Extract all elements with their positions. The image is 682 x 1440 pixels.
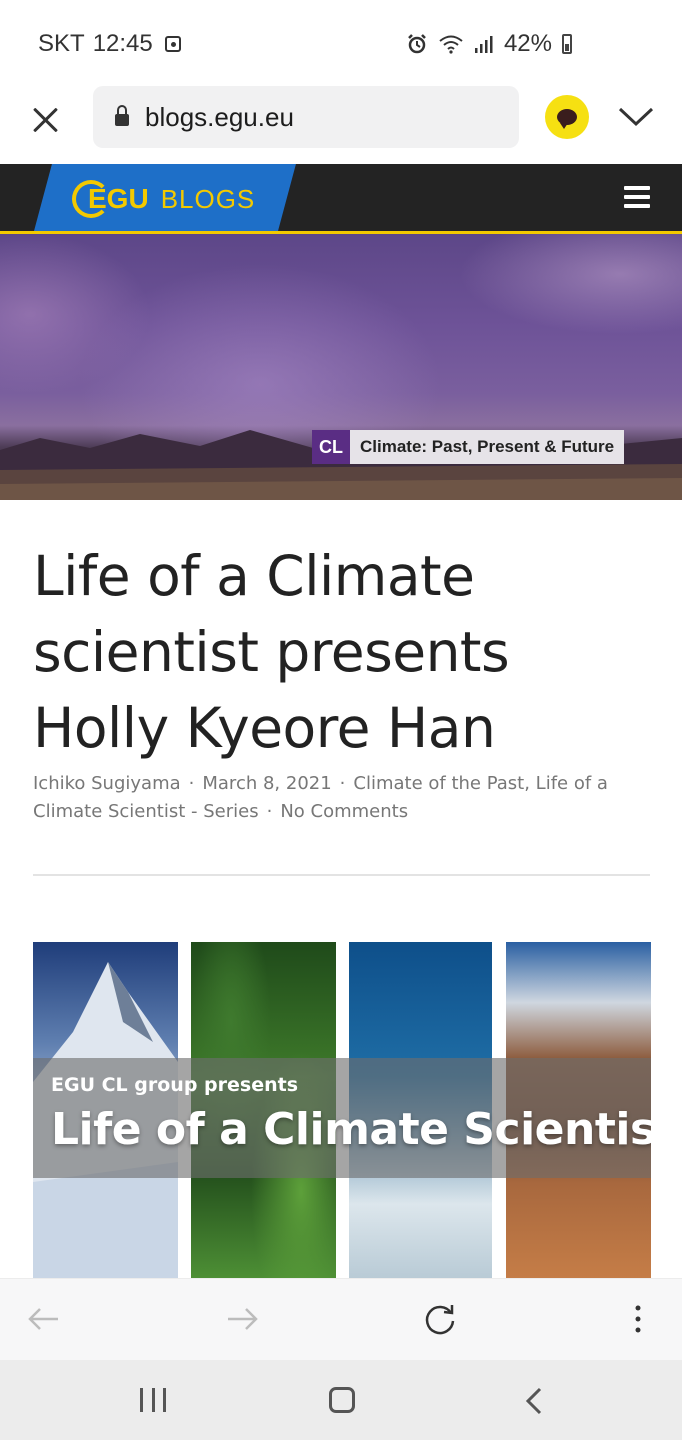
feature-subtitle: EGU CL group presents (51, 1074, 299, 1096)
logo-text: EGU (88, 183, 149, 214)
recent-apps-icon[interactable] (140, 1388, 166, 1412)
lock-icon (115, 105, 129, 126)
reload-icon[interactable] (420, 1299, 460, 1339)
author-link[interactable]: Ichiko Sugiyama (33, 773, 181, 794)
chevron-down-icon[interactable] (618, 104, 654, 130)
status-bar: SKT 12:45 42% (0, 0, 682, 86)
battery-percent: 42% (503, 30, 552, 57)
category-code: CL (312, 430, 350, 464)
status-left: SKT 12:45 (38, 30, 181, 58)
date-link[interactable]: March 8, 2021 (202, 773, 331, 794)
meta-separator: · (188, 773, 195, 794)
signal-icon (474, 36, 493, 53)
address-bar[interactable]: blogs.egu.eu (93, 86, 519, 148)
carrier-label: SKT (38, 30, 85, 57)
category-name: Climate: Past, Present & Future (350, 430, 625, 464)
alarm-icon (408, 34, 426, 54)
feature-title: Life of a Climate Scientist (51, 1104, 651, 1155)
arrow-right-icon[interactable] (222, 1299, 262, 1339)
meta-separator: · (339, 773, 346, 794)
hamburger-menu-icon[interactable] (624, 186, 650, 208)
wifi-icon (439, 35, 463, 54)
site-header: EGU BLOGS (0, 164, 682, 234)
comments-link[interactable]: No Comments (280, 801, 408, 822)
hero-image: CL Climate: Past, Present & Future (0, 234, 682, 500)
browser-top-bar: blogs.egu.eu (0, 86, 682, 164)
divider (33, 874, 650, 876)
more-vertical-icon[interactable] (618, 1299, 658, 1339)
site-logo[interactable]: EGU BLOGS (72, 174, 255, 224)
kakaotalk-icon[interactable] (545, 95, 589, 139)
status-right: 42% (406, 30, 572, 58)
egu-logo: EGU (72, 180, 149, 218)
battery-icon (562, 34, 572, 54)
back-icon[interactable] (520, 1386, 550, 1416)
article-meta: Ichiko Sugiyama · March 8, 2021 · Climate of… (33, 770, 653, 826)
category-tag[interactable]: CL Climate: Past, Present & Future (312, 430, 625, 464)
article-title: Life of a Climate scientist presents Hol… (33, 544, 510, 760)
url-text[interactable]: blogs.egu.eu (145, 102, 294, 133)
meta-separator: · (266, 801, 273, 822)
brand-text: BLOGS (160, 183, 256, 214)
screen-record-icon (164, 36, 181, 52)
clock: 12:45 (92, 30, 153, 57)
browser-toolbar (0, 1278, 682, 1360)
close-icon[interactable] (28, 102, 64, 138)
arrow-left-icon[interactable] (24, 1299, 64, 1339)
home-icon[interactable] (329, 1387, 355, 1413)
featured-image: EGU CL group presents Life of a Climate … (33, 942, 651, 1278)
android-nav-bar (0, 1360, 682, 1440)
